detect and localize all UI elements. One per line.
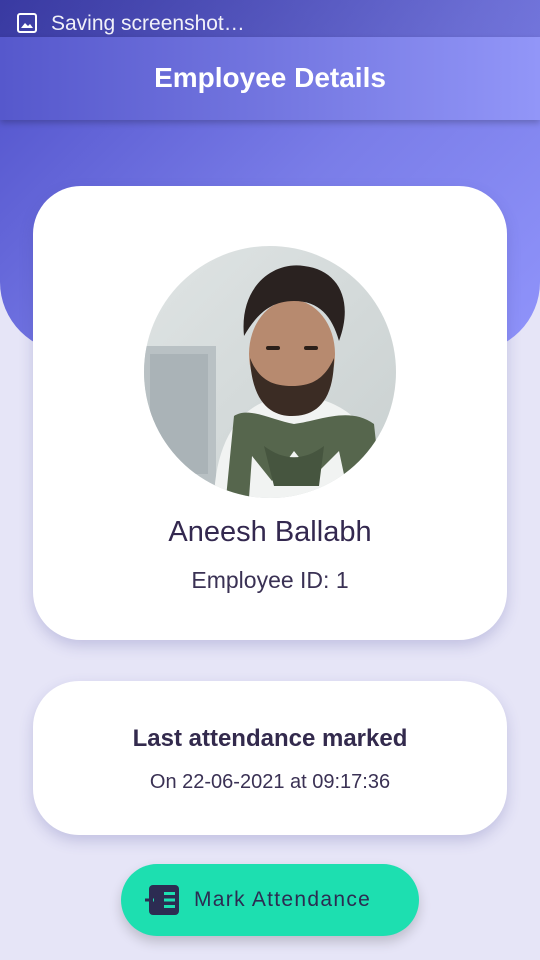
app-bar: Employee Details xyxy=(0,37,540,120)
employee-name: Aneesh Ballabh xyxy=(168,516,372,548)
attendance-title: Last attendance marked xyxy=(132,725,408,752)
mark-attendance-label: Mark Attendance xyxy=(194,888,372,911)
mark-attendance-button[interactable]: Mark Attendance xyxy=(121,864,419,936)
profile-card: Aneesh Ballabh Employee ID: 1 xyxy=(33,186,507,640)
attendance-list-icon xyxy=(145,885,179,915)
status-notification-text: Saving screenshot… xyxy=(51,12,245,35)
attendance-timestamp: On 22-06-2021 at 09:17:36 xyxy=(149,771,391,793)
employee-id: Employee ID: 1 xyxy=(191,567,349,593)
attendance-card: Last attendance marked On 22-06-2021 at … xyxy=(33,681,507,835)
avatar xyxy=(144,246,396,498)
image-icon xyxy=(17,13,37,33)
page-title: Employee Details xyxy=(154,62,386,93)
